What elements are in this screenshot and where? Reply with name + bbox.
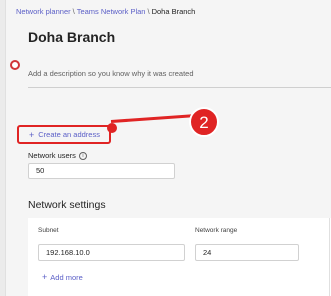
network-settings-title: Network settings <box>28 199 106 211</box>
network-users-label: Network users i <box>28 151 87 160</box>
add-more-button[interactable]: + Add more <box>42 272 83 282</box>
card-divider <box>329 218 330 296</box>
page-title: Doha Branch <box>28 29 116 45</box>
network-range-input[interactable]: 24 <box>195 244 299 261</box>
description-field[interactable]: Add a description so you know why it was… <box>28 69 331 88</box>
add-more-label: Add more <box>50 272 83 282</box>
plus-icon: + <box>29 129 35 140</box>
breadcrumb-network-planner[interactable]: Network planner <box>16 7 71 16</box>
network-users-label-text: Network users <box>28 151 76 160</box>
left-rail <box>0 0 6 296</box>
callout-anchor-dot <box>107 123 117 133</box>
network-users-input[interactable]: 50 <box>28 163 175 179</box>
annotation-marker <box>10 60 20 70</box>
create-address-button[interactable]: + Create an address <box>17 125 111 144</box>
callout-connector <box>110 114 193 123</box>
breadcrumb: Network planner \ Teams Network Plan \ Doha … <box>16 7 195 16</box>
subnet-column-header: Subnet <box>38 227 59 234</box>
callout-number-badge: 2 <box>189 107 219 137</box>
info-icon[interactable]: i <box>78 151 87 160</box>
plus-icon: + <box>42 272 48 282</box>
breadcrumb-teams-network-plan[interactable]: Teams Network Plan <box>77 7 146 16</box>
subnet-input[interactable]: 192.168.10.0 <box>38 244 185 261</box>
create-address-label: Create an address <box>38 130 100 139</box>
network-range-column-header: Network range <box>195 227 238 234</box>
breadcrumb-current: Doha Branch <box>151 7 196 16</box>
breadcrumb-separator: \ <box>72 7 75 16</box>
breadcrumb-separator: \ <box>147 7 150 16</box>
